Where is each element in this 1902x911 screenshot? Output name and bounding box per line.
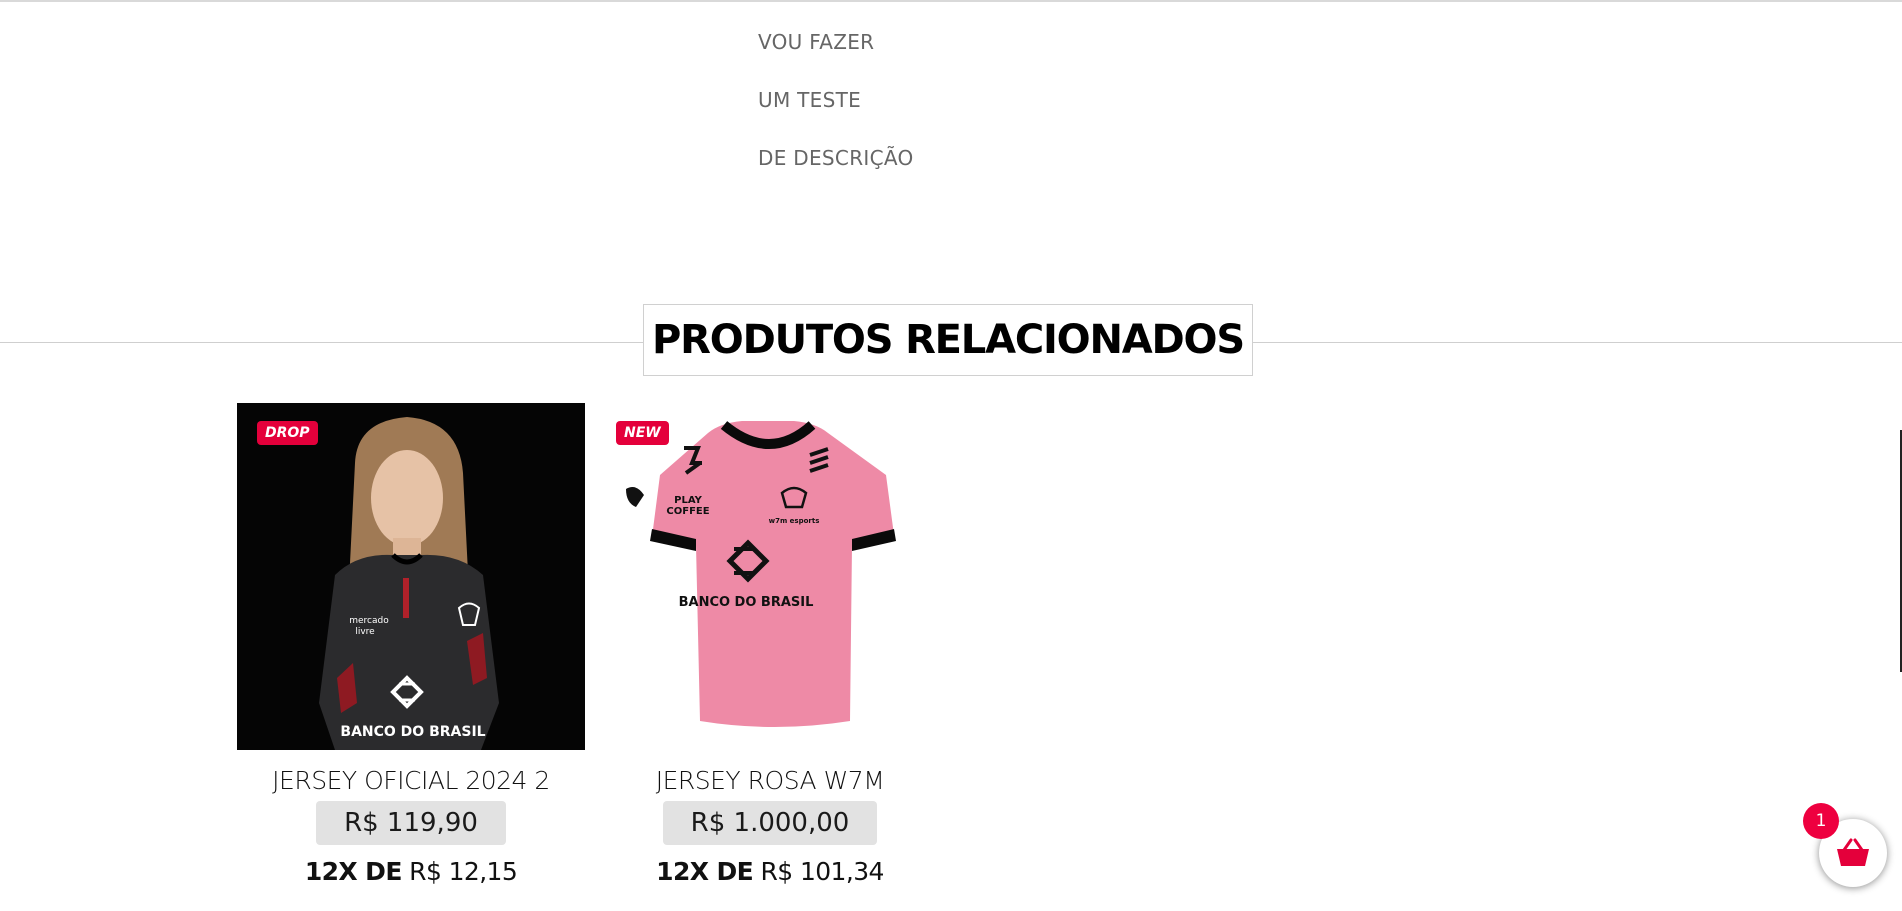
product-image[interactable]: BANCO DO BRASIL mercado livre DROP (237, 403, 585, 750)
description-line: UM TESTE (758, 88, 862, 112)
installment-info: 12X DE R$ 12,15 (237, 857, 585, 886)
product-name[interactable]: JERSEY OFICIAL 2024 2 (237, 766, 585, 795)
jersey-sponsor-text: COFFEE (666, 506, 709, 517)
cart-count-badge: 1 (1803, 803, 1839, 839)
product-description: VOU FAZER UM TESTE DE DESCRIÇÃO (758, 30, 914, 204)
pink-jersey-photo: PLAY COFFEE w7m esports BANCO DO BRASIL (596, 403, 944, 750)
installment-value: R$ 12,15 (409, 857, 518, 886)
product-image[interactable]: PLAY COFFEE w7m esports BANCO DO BRASIL … (596, 403, 944, 750)
jersey-sponsor-text: w7m esports (769, 517, 820, 525)
description-line: VOU FAZER (758, 30, 875, 54)
product-card[interactable]: PLAY COFFEE w7m esports BANCO DO BRASIL … (596, 403, 944, 886)
model-jersey-photo: BANCO DO BRASIL mercado livre (237, 403, 585, 750)
product-card[interactable]: BANCO DO BRASIL mercado livre DROP JERSE… (237, 403, 585, 886)
installment-prefix: 12X DE (656, 857, 754, 886)
jersey-sponsor-text: mercado (349, 616, 389, 626)
jersey-sponsor-text: PLAY (674, 495, 702, 506)
basket-icon (1837, 838, 1869, 866)
jersey-sponsor-text: BANCO DO BRASIL (679, 595, 814, 610)
related-products-heading: PRODUTOS RELACIONADOS (643, 304, 1253, 376)
product-name[interactable]: JERSEY ROSA W7M (596, 766, 944, 795)
installment-prefix: 12X DE (304, 857, 403, 886)
new-badge: NEW (616, 421, 669, 445)
product-price: R$ 119,90 (316, 801, 506, 845)
jersey-sponsor-text: BANCO DO BRASIL (340, 724, 485, 740)
installment-info: 12X DE R$ 101,34 (596, 857, 944, 886)
installment-value: R$ 101,34 (760, 857, 885, 886)
product-price: R$ 1.000,00 (662, 801, 878, 845)
description-line: DE DESCRIÇÃO (758, 146, 914, 170)
jersey-sponsor-text: livre (355, 627, 375, 637)
top-divider (0, 0, 1902, 2)
drop-badge: DROP (257, 421, 318, 445)
